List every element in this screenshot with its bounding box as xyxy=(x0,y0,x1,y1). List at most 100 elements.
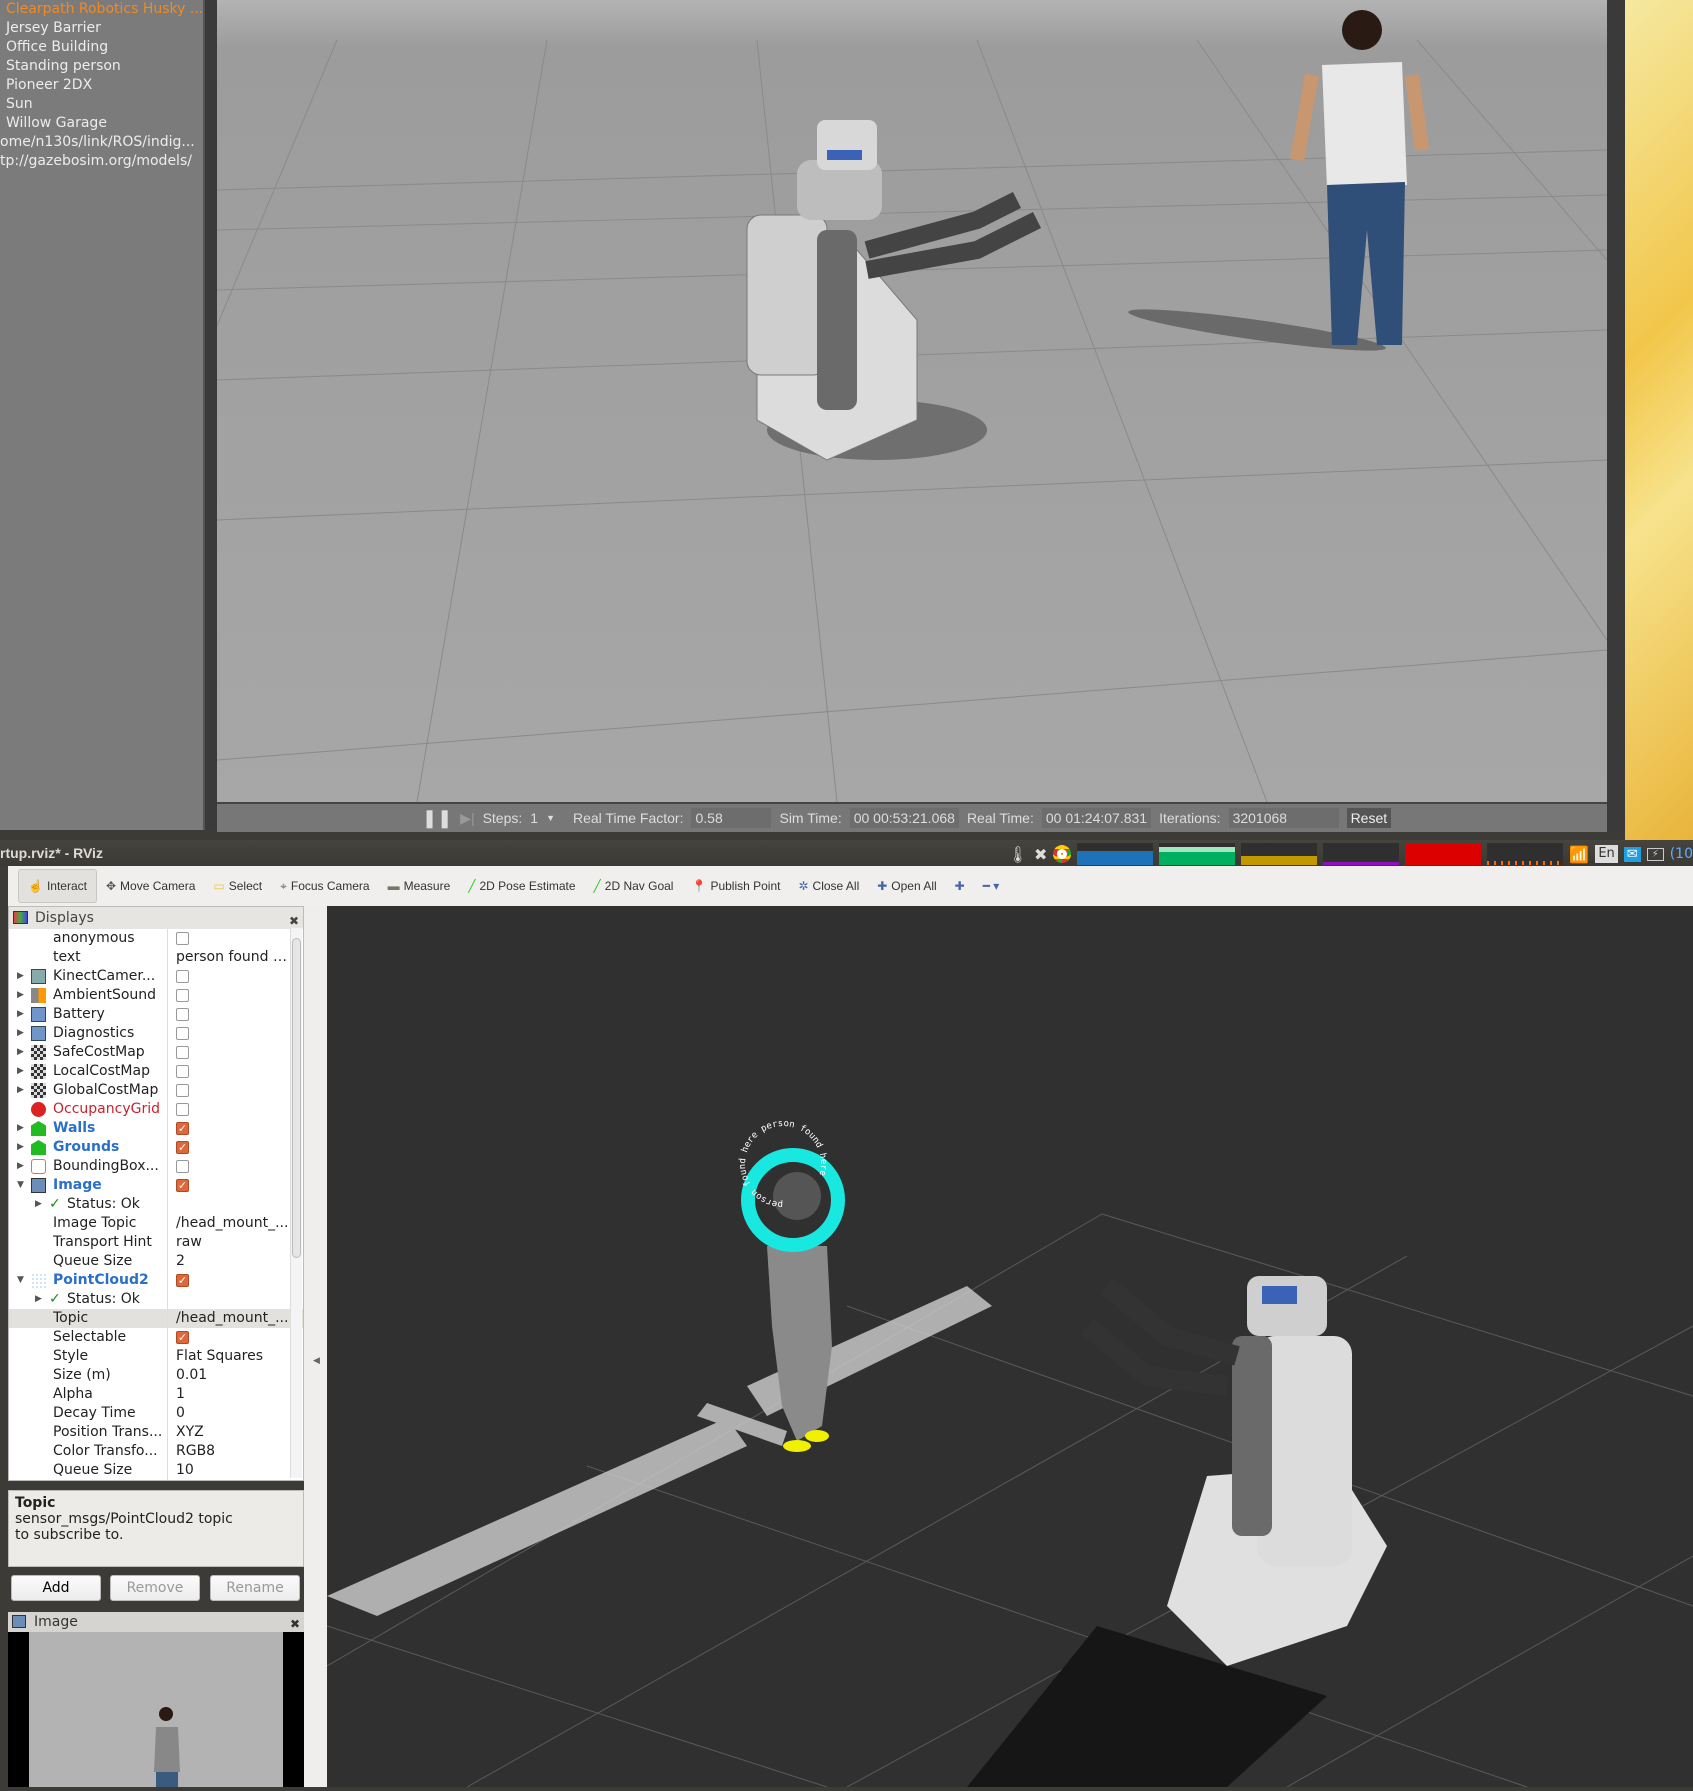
enable-checkbox[interactable] xyxy=(176,1046,189,1059)
close-panel-icon[interactable]: ✖ xyxy=(290,1614,300,1634)
gazebo-panel-divider[interactable] xyxy=(205,0,217,830)
gazebo-model-item[interactable]: Sun xyxy=(0,95,203,114)
add-button[interactable]: Add xyxy=(11,1575,101,1601)
expand-arrow-icon[interactable]: ▶ xyxy=(35,1290,42,1309)
gazebo-model-item[interactable]: Standing person xyxy=(0,57,203,76)
enable-checkbox[interactable] xyxy=(176,989,189,1002)
expand-arrow-icon[interactable]: ▼ xyxy=(17,1271,24,1290)
expand-arrow-icon[interactable]: ▶ xyxy=(17,1138,24,1157)
dropbox-icon[interactable]: ✖ xyxy=(1034,845,1047,864)
enable-checkbox[interactable] xyxy=(176,1065,189,1078)
rename-button[interactable]: Rename xyxy=(210,1575,300,1601)
property-row[interactable]: Color Transfo... RGB8 xyxy=(9,1442,303,1461)
gazebo-model-item[interactable]: Pioneer 2DX xyxy=(0,76,203,95)
expand-arrow-icon[interactable]: ▶ xyxy=(17,1157,24,1176)
enable-checkbox[interactable]: ✓ xyxy=(176,1331,189,1344)
tool-move-camera[interactable]: ✥ Move Camera xyxy=(97,869,204,903)
remove-tool-icon[interactable]: ━ ▾ xyxy=(974,869,1009,903)
expand-arrow-icon[interactable]: ▶ xyxy=(17,1081,24,1100)
property-row[interactable]: Transport Hint raw xyxy=(9,1233,303,1252)
status-row[interactable]: ▶ ✓ Status: Ok xyxy=(9,1195,303,1214)
property-row[interactable]: Position Trans... XYZ xyxy=(9,1423,303,1442)
status-row[interactable]: ▶ ✓ Status: Ok xyxy=(9,1290,303,1309)
gazebo-model-item[interactable]: Jersey Barrier xyxy=(0,19,203,38)
property-row[interactable]: Queue Size 2 xyxy=(9,1252,303,1271)
property-row[interactable]: Decay Time 0 xyxy=(9,1404,303,1423)
row-value[interactable]: 0 xyxy=(167,1404,289,1423)
expand-arrow-icon[interactable]: ▼ xyxy=(17,1176,24,1195)
tool-2d-nav-goal[interactable]: ╱ 2D Nav Goal xyxy=(585,869,683,903)
expand-arrow-icon[interactable]: ▶ xyxy=(17,1043,24,1062)
expand-arrow-icon[interactable]: ▶ xyxy=(17,1119,24,1138)
property-row[interactable]: Image Topic/head_mount_... xyxy=(9,1214,303,1233)
row-value[interactable]: XYZ xyxy=(167,1423,289,1442)
enable-checkbox[interactable]: ✓ xyxy=(176,1122,189,1135)
displays-scrollbar[interactable] xyxy=(290,928,302,1478)
row-value[interactable]: 2 xyxy=(167,1252,289,1271)
row-value[interactable]: 1 xyxy=(167,1385,289,1404)
display-item[interactable]: ▼ PointCloud2 ✓ xyxy=(9,1271,303,1290)
enable-checkbox[interactable] xyxy=(176,1160,189,1173)
gazebo-right-divider[interactable] xyxy=(1607,0,1625,832)
display-item[interactable]: ▼ Image ✓ xyxy=(9,1176,303,1195)
tool-interact[interactable]: ☝ Interact xyxy=(18,869,97,903)
enable-checkbox[interactable]: ✓ xyxy=(176,1179,189,1192)
expand-arrow-icon[interactable]: ▶ xyxy=(17,967,24,986)
property-row[interactable]: Alpha 1 xyxy=(9,1385,303,1404)
tool-open-all[interactable]: ✚ Open All xyxy=(868,869,945,903)
enable-checkbox[interactable]: ✓ xyxy=(176,1274,189,1287)
row-value[interactable]: 0.01 xyxy=(167,1366,289,1385)
display-item[interactable]: ▶ Diagnostics xyxy=(9,1024,303,1043)
expand-arrow-icon[interactable]: ▶ xyxy=(17,1062,24,1081)
reset-button[interactable]: Reset xyxy=(1346,808,1392,828)
gazebo-model-item[interactable]: Clearpath Robotics Husky ... xyxy=(0,0,203,19)
thermometer-icon[interactable]: 🌡 xyxy=(1008,845,1028,864)
tool-focus-camera[interactable]: ⌖ Focus Camera xyxy=(271,869,378,903)
property-row[interactable]: Style Flat Squares xyxy=(9,1347,303,1366)
display-item[interactable]: ▶ SafeCostMap xyxy=(9,1043,303,1062)
property-row[interactable]: Size (m) 0.01 xyxy=(9,1366,303,1385)
tool-select[interactable]: ▭ Select xyxy=(204,869,271,903)
display-item[interactable]: ▶ LocalCostMap xyxy=(9,1062,303,1081)
row-value[interactable]: /head_mount_... xyxy=(167,1214,289,1233)
display-item[interactable]: ▶ AmbientSound xyxy=(9,986,303,1005)
enable-checkbox[interactable] xyxy=(176,932,189,945)
tool-measure[interactable]: ▬ Measure xyxy=(379,869,460,903)
property-row[interactable]: Topic/head_mount_... xyxy=(9,1309,303,1328)
property-row[interactable]: Queue Size 10 xyxy=(9,1461,303,1480)
display-item[interactable]: ▶ Battery xyxy=(9,1005,303,1024)
display-item[interactable]: ▶ Walls ✓ xyxy=(9,1119,303,1138)
gazebo-model-item[interactable]: Office Building xyxy=(0,38,203,57)
panel-splitter[interactable]: ◀ xyxy=(304,906,327,1787)
mail-icon[interactable]: ✉ xyxy=(1623,846,1641,862)
tool-publish-point[interactable]: 📍 Publish Point xyxy=(682,869,789,903)
expand-arrow-icon[interactable]: ▶ xyxy=(17,1024,24,1043)
steps-selector[interactable]: 1 xyxy=(530,810,538,826)
step-icon[interactable]: ▶| xyxy=(460,810,474,827)
row-value[interactable]: 10 xyxy=(167,1461,289,1480)
row-value[interactable]: raw xyxy=(167,1233,289,1252)
remove-button[interactable]: Remove xyxy=(110,1575,200,1601)
display-item[interactable]: OccupancyGrid xyxy=(9,1100,303,1119)
expand-arrow-icon[interactable]: ▶ xyxy=(17,1005,24,1024)
display-item[interactable]: ▶ KinectCamer... xyxy=(9,967,303,986)
enable-checkbox[interactable]: ✓ xyxy=(176,1141,189,1154)
tool-close-all[interactable]: ✲ Close All xyxy=(789,869,868,903)
display-item[interactable]: ▶ Grounds ✓ xyxy=(9,1138,303,1157)
gazebo-model-item[interactable]: ome/n130s/link/ROS/indig... xyxy=(0,133,203,152)
property-row[interactable]: Selectable ✓ xyxy=(9,1328,303,1347)
battery-icon[interactable]: ⚡ xyxy=(1646,847,1664,861)
display-item[interactable]: ▶ BoundingBox... xyxy=(9,1157,303,1176)
wifi-icon[interactable]: 📶 xyxy=(1569,845,1589,864)
gazebo-model-item[interactable]: Willow Garage xyxy=(0,114,203,133)
enable-checkbox[interactable] xyxy=(176,1103,189,1116)
tool-2d-pose-estimate[interactable]: ╱ 2D Pose Estimate xyxy=(459,869,584,903)
enable-checkbox[interactable] xyxy=(176,970,189,983)
gazebo-3d-viewport[interactable] xyxy=(217,0,1607,802)
row-value[interactable]: RGB8 xyxy=(167,1442,289,1461)
gazebo-model-item[interactable]: tp://gazebosim.org/models/ xyxy=(0,152,203,171)
keyboard-layout-indicator[interactable]: En xyxy=(1595,845,1618,863)
enable-checkbox[interactable] xyxy=(176,1084,189,1097)
rviz-3d-viewport[interactable]: person found here person found here xyxy=(327,906,1693,1787)
row-value[interactable]: person found h... xyxy=(167,948,289,967)
